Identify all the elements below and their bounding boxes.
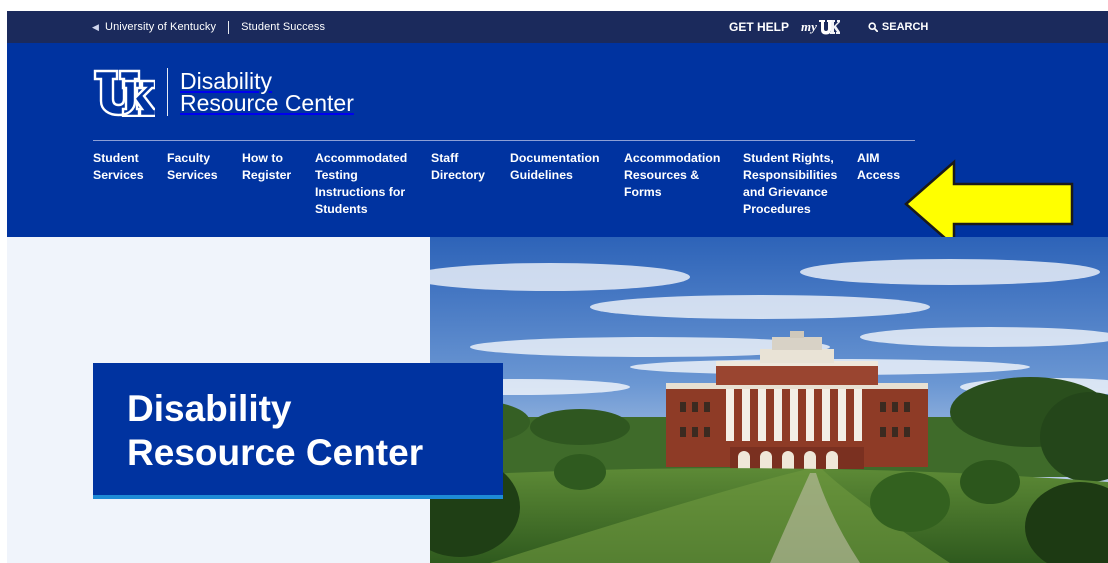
hero-banner: Disability Resource Center (7, 237, 1108, 563)
nav-label: Directory (431, 168, 485, 182)
nav-aim-access[interactable]: AIM Access (857, 150, 900, 184)
nav-label: Procedures (743, 202, 811, 216)
campus-photo-image (430, 237, 1108, 563)
chevron-left-icon: ◀ (92, 21, 100, 32)
nav-student-rights[interactable]: Student Rights, Responsibilities and Gri… (743, 150, 837, 218)
site-header: Disability Resource Center Student Servi… (7, 43, 1108, 249)
myuk-prefix: my (801, 19, 817, 34)
nav-label: Accommodated (315, 151, 408, 165)
hero-title-line2: Resource Center (127, 432, 424, 473)
site-title: Disability Resource Center (180, 68, 354, 116)
hero-title-card: Disability Resource Center (93, 363, 503, 499)
nav-label: Resources & (624, 168, 700, 182)
hero-title-line1: Disability (127, 388, 292, 429)
nav-how-to-register[interactable]: How to Register (242, 150, 291, 184)
logo-divider (167, 68, 168, 116)
nav-label: Student (93, 151, 139, 165)
nav-label: Students (315, 202, 368, 216)
nav-label: Services (167, 168, 218, 182)
myuk-link[interactable]: my (801, 19, 840, 35)
uk-logo-icon (93, 69, 155, 117)
nav-label: Services (93, 168, 144, 182)
nav-label: Faculty (167, 151, 211, 165)
nav-label: AIM (857, 151, 880, 165)
nav-label: Guidelines (510, 168, 573, 182)
nav-staff-directory[interactable]: Staff Directory (431, 150, 485, 184)
nav-documentation-guidelines[interactable]: Documentation Guidelines (510, 150, 600, 184)
nav-label: Staff (431, 151, 459, 165)
nav-label: Instructions for (315, 185, 406, 199)
nav-label: Responsibilities (743, 168, 838, 182)
nav-label: Accommodation (624, 151, 721, 165)
nav-label: How to (242, 151, 283, 165)
search-label: SEARCH (881, 21, 929, 33)
hero-title: Disability Resource Center (127, 387, 503, 475)
nav-label: Access (857, 168, 901, 182)
search-button[interactable]: SEARCH (868, 21, 928, 33)
nav-label: and Grievance (743, 185, 828, 199)
nav-label: Documentation (510, 151, 600, 165)
nav-student-services[interactable]: Student Services (93, 150, 144, 184)
nav-label: Forms (624, 185, 662, 199)
home-link[interactable]: Disability Resource Center (93, 67, 354, 117)
nav-faculty-services[interactable]: Faculty Services (167, 150, 218, 184)
nav-accommodation-resources[interactable]: Accommodation Resources & Forms (624, 150, 720, 201)
nav-label: Student Rights, (743, 151, 834, 165)
page: ◀ University of Kentucky Student Success… (7, 11, 1108, 563)
nav-label: Register (242, 168, 292, 182)
utility-links: GET HELP my SEARCH (729, 11, 928, 43)
nav-divider (93, 140, 915, 141)
get-help-link[interactable]: GET HELP (729, 20, 789, 34)
utility-bar: ◀ University of Kentucky Student Success… (7, 11, 1108, 43)
search-icon (868, 22, 878, 32)
uk-logo-icon (818, 20, 840, 35)
nav-label: Testing (315, 168, 358, 182)
site-title-line1: Disability (180, 68, 273, 94)
breadcrumb-university-link[interactable]: University of Kentucky (105, 21, 216, 33)
breadcrumb: ◀ University of Kentucky Student Success (92, 11, 325, 43)
nav-accommodated-testing[interactable]: Accommodated Testing Instructions for St… (315, 150, 407, 218)
breadcrumb-divider (228, 20, 230, 34)
breadcrumb-student-success-link[interactable]: Student Success (241, 21, 325, 33)
site-title-line2: Resource Center (180, 90, 354, 116)
campus-photo (430, 237, 1108, 563)
